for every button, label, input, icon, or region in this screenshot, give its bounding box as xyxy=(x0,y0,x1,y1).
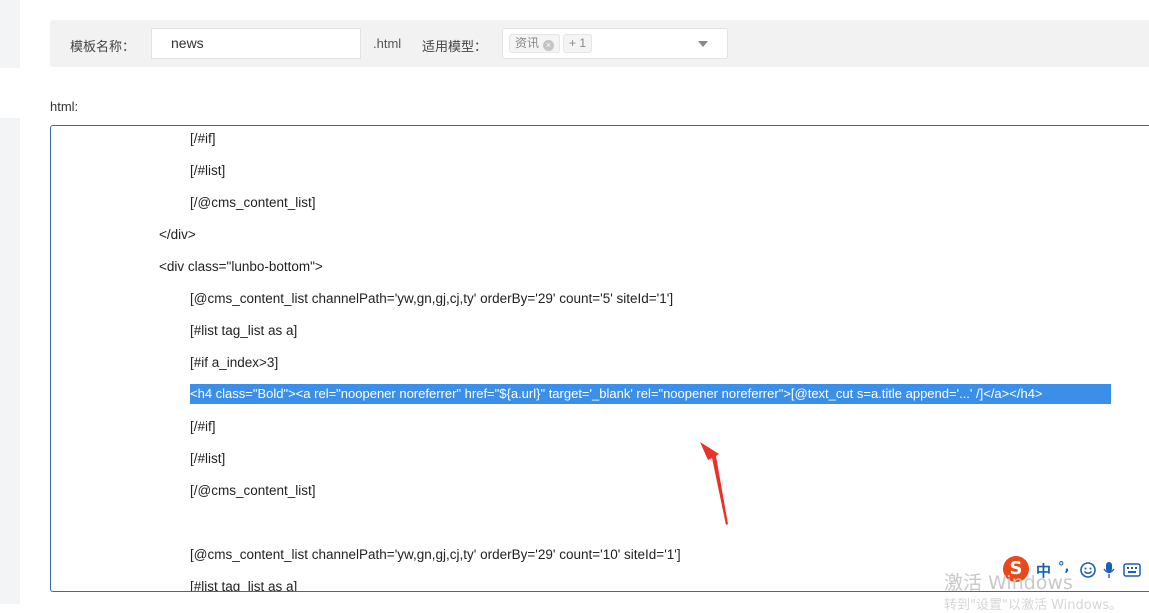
code-line[interactable]: [#list tag_list as a] xyxy=(190,577,297,591)
sidebar-edge-top xyxy=(0,0,20,68)
applicable-model-select[interactable]: 资讯 × + 1 xyxy=(502,28,728,59)
code-line[interactable]: [/@cms_content_list] xyxy=(190,193,316,213)
code-line[interactable]: <div class="lunbo-bottom"> xyxy=(159,257,323,277)
code-line[interactable]: [/#if] xyxy=(190,129,216,149)
sidebar-edge-bottom xyxy=(0,118,20,604)
microphone-icon[interactable] xyxy=(1103,561,1115,579)
code-line[interactable]: </div> xyxy=(159,225,196,245)
close-icon[interactable]: × xyxy=(543,40,555,51)
code-line[interactable]: [#list tag_list as a] xyxy=(190,321,297,341)
chevron-down-icon[interactable] xyxy=(698,41,708,47)
code-line[interactable]: [/@cms_content_list] xyxy=(190,481,316,501)
code-line[interactable]: [/#list] xyxy=(190,449,225,469)
template-form-bar: 模板名称： news .html 适用模型： 资讯 × + 1 xyxy=(50,20,1149,67)
template-name-label: 模板名称： xyxy=(70,39,136,54)
html-editor-label: html: xyxy=(50,99,79,114)
arrow-shape xyxy=(700,442,728,525)
code-line[interactable]: [/#list] xyxy=(190,161,225,181)
model-tag-label: 资讯 xyxy=(515,36,540,50)
code-line[interactable]: [#if a_index>3] xyxy=(190,353,278,373)
emoji-icon[interactable] xyxy=(1080,562,1096,578)
template-name-input[interactable]: news xyxy=(151,28,361,59)
code-line-selected[interactable]: <h4 class="Bold"><a rel="noopener norefe… xyxy=(190,384,1111,404)
html-code-editor[interactable]: [/#if] [/#list] [/@cms_content_list] </d… xyxy=(50,125,1149,592)
windows-activation-watermark: 激活 Windows xyxy=(944,572,1073,594)
model-tag-more[interactable]: + 1 xyxy=(563,34,593,53)
applicable-model-label: 适用模型： xyxy=(422,39,488,54)
left-sidebar-edge xyxy=(0,0,20,604)
red-arrow-annotation xyxy=(700,442,728,525)
code-line[interactable]: [/#if] xyxy=(190,417,216,437)
file-extension-label: .html xyxy=(373,36,402,51)
code-line[interactable]: [@cms_content_list channelPath='yw,gn,gj… xyxy=(190,289,673,309)
code-line[interactable]: [@cms_content_list channelPath='yw,gn,gj… xyxy=(190,545,681,565)
model-tag-news: 资讯 × xyxy=(509,34,561,53)
keyboard-icon[interactable] xyxy=(1123,563,1141,577)
